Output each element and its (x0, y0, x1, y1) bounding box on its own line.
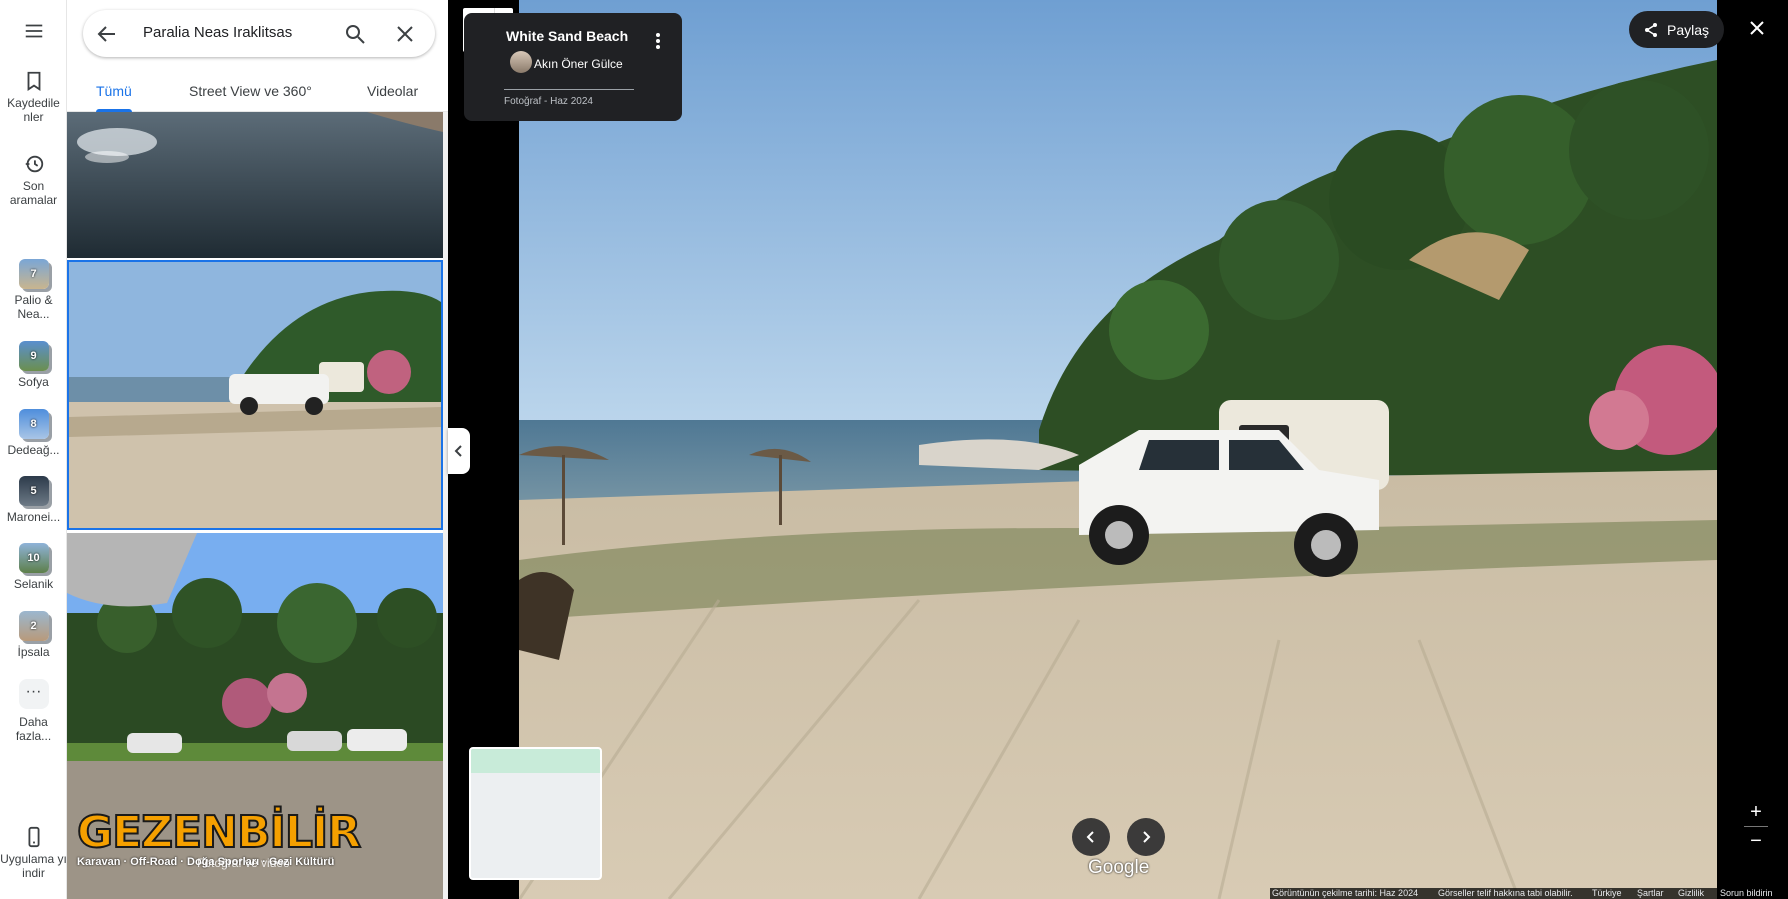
recent-item-selanik[interactable]: 10 Selanik (0, 543, 67, 591)
chevron-left-icon (454, 445, 462, 457)
menu-button[interactable] (0, 20, 67, 46)
tab-all[interactable]: Tümü (96, 83, 132, 99)
photo-caption: Fotoğraf ve video (197, 856, 290, 870)
photo-thumbnail-selected[interactable] (67, 260, 443, 530)
more-button[interactable]: ··· Daha fazla... (0, 679, 67, 743)
tab-street-view[interactable]: Street View ve 360° (189, 83, 312, 99)
attribution-footer: Görüntünün çekilme tarihi: Haz 2024 Görs… (1270, 888, 1788, 899)
recent-item-label: Palio & Nea... (14, 293, 53, 321)
recent-item-label: Selanik (13, 577, 54, 591)
get-app-button[interactable]: Uygulama yı indir (0, 826, 67, 880)
more-options-icon[interactable] (648, 29, 668, 53)
photo-tabs: Tümü Street View ve 360° Videolar (67, 70, 448, 112)
phone-icon (28, 826, 39, 848)
recent-thumbnail: 7 (18, 259, 49, 289)
bookmark-icon (27, 71, 40, 91)
recent-item-ipsala[interactable]: 2 İpsala (0, 611, 67, 659)
street-photo[interactable] (519, 0, 1717, 899)
recent-item-palio[interactable]: 7 Palio & Nea... (0, 259, 67, 321)
search-icon[interactable] (343, 22, 367, 46)
capture-date: Görüntünün çekilme tarihi: Haz 2024 (1272, 888, 1419, 898)
recent-thumbnail: 8 (18, 409, 49, 439)
recent-item-dedeag[interactable]: 8 Dedeağ... (0, 409, 67, 457)
recent-label: Son aramalar (9, 179, 58, 207)
place-title[interactable]: White Sand Beach (506, 28, 628, 44)
photo-meta: Fotoğraf - Haz 2024 (504, 96, 593, 107)
recent-item-label: Maronei... (6, 510, 61, 524)
zoom-out-button[interactable]: − (1744, 829, 1768, 853)
recent-item-label: Dedeağ... (7, 443, 60, 457)
search-input[interactable]: Paralia Neas Iraklitsas (143, 24, 292, 41)
recent-thumbnail: 10 (18, 543, 49, 573)
saved-button[interactable]: Kaydedile nler (0, 70, 67, 124)
next-photo-button[interactable] (1127, 818, 1165, 856)
minimap[interactable] (469, 747, 602, 880)
google-watermark: Google (1088, 857, 1150, 878)
recent-item-sofya[interactable]: 9 Sofya (0, 341, 67, 389)
saved-label: Kaydedile nler (7, 96, 60, 124)
author-name[interactable]: Akın Öner Gülce (534, 57, 623, 71)
report-link[interactable]: Sorun bildirin (1720, 888, 1773, 898)
side-panel: Paralia Neas Iraklitsas Tümü Street View… (67, 0, 448, 899)
recent-thumbnail: 5 (18, 476, 49, 506)
logo-name: GEZENBİLİR (76, 806, 362, 859)
photo-viewer: White Sand Beach Akın Öner Gülce Fotoğra… (448, 0, 1788, 899)
chevron-left-icon (1086, 831, 1094, 843)
left-rail: Kaydedile nler Son aramalar 7 Palio & Ne… (0, 0, 67, 899)
terms-link[interactable]: Şartlar (1637, 888, 1664, 898)
privacy-link[interactable]: Gizlilik (1678, 888, 1704, 898)
photo-grid: GEZENBİLİR Karavan · Off-Road · Doğa Spo… (67, 112, 448, 899)
recent-thumbnail: 2 (18, 611, 49, 641)
collapse-panel-button[interactable] (448, 428, 470, 474)
back-arrow-icon[interactable] (95, 22, 119, 46)
search-box: Paralia Neas Iraklitsas (83, 10, 435, 57)
get-app-label: Uygulama yı indir (0, 852, 67, 880)
country-link[interactable]: Türkiye (1592, 888, 1622, 898)
more-dots-icon: ··· (18, 679, 49, 709)
recent-item-label: Sofya (18, 375, 49, 389)
zoom-controls: + − (1744, 800, 1768, 853)
menu-icon (25, 24, 42, 38)
recent-thumbnail: 9 (18, 341, 49, 371)
close-viewer-icon[interactable] (1745, 16, 1769, 40)
tab-videos[interactable]: Videolar (367, 83, 418, 99)
more-label: Daha fazla... (15, 715, 52, 743)
avatar[interactable] (510, 51, 532, 73)
share-label: Paylaş (1667, 22, 1710, 38)
recent-item-label: İpsala (17, 645, 50, 659)
copyright-link[interactable]: Görseller telif hakkına tabi olabilir. (1438, 888, 1573, 898)
photo-info-card: White Sand Beach Akın Öner Gülce Fotoğra… (464, 13, 682, 121)
share-button[interactable]: Paylaş (1629, 11, 1724, 48)
zoom-in-button[interactable]: + (1744, 800, 1768, 824)
history-icon (25, 155, 43, 173)
recent-button[interactable]: Son aramalar (0, 153, 67, 207)
photo-thumbnail[interactable] (67, 112, 443, 258)
share-icon (1645, 23, 1657, 37)
previous-photo-button[interactable] (1072, 818, 1110, 856)
chevron-right-icon (1143, 831, 1151, 843)
close-icon[interactable] (393, 22, 417, 46)
recent-item-maronei[interactable]: 5 Maronei... (0, 476, 67, 524)
